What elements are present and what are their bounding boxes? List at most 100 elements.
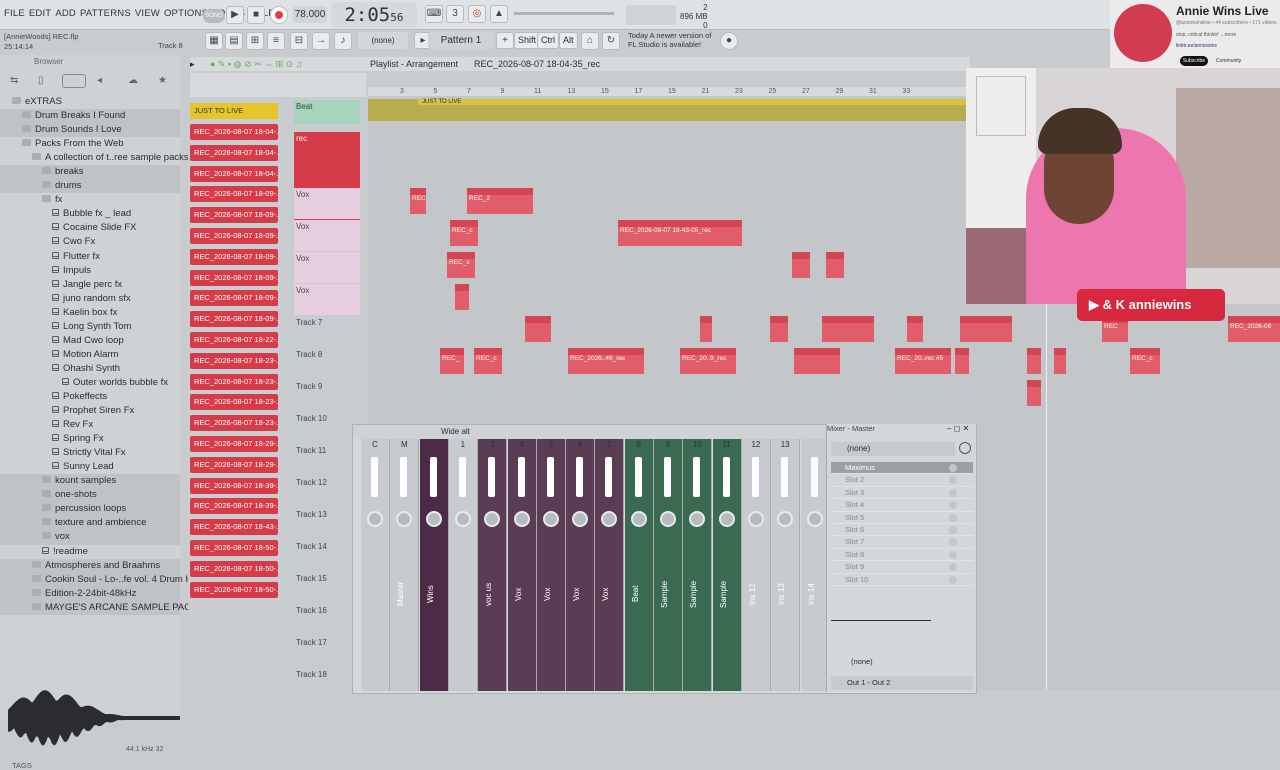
playlist-tool-icons[interactable]: ● ✎ ▪ ◍ ⊘ ✂ ⇔ ⊞ ⊙ ♫ — [210, 57, 302, 71]
track-header[interactable]: Track 18 — [294, 668, 360, 699]
audio-clip[interactable]: REC_2026-08-07 18-43-05_rec — [618, 220, 742, 246]
audio-clip[interactable] — [525, 316, 551, 342]
browser-file[interactable]: Prophet Siren Fx — [0, 404, 180, 418]
strip-fader[interactable] — [400, 457, 408, 497]
piano-roll-icon[interactable]: ▤ — [225, 32, 243, 50]
master-options-icon[interactable] — [959, 442, 971, 454]
mixer-strip[interactable]: 6 Vox — [566, 439, 596, 691]
browser-file[interactable]: Cwo Fx — [0, 235, 180, 249]
clip-list-item[interactable]: REC_2026-08-07 18-43-... — [190, 519, 278, 536]
strip-fader[interactable] — [751, 457, 759, 497]
fx-slot[interactable]: Slot 4 — [831, 499, 973, 512]
stop-button[interactable]: ■ — [247, 6, 265, 24]
audio-clip[interactable]: REC_ — [440, 348, 464, 374]
fx-slot[interactable]: Slot 3 — [831, 487, 973, 500]
mixer-icon[interactable]: ≡ — [267, 32, 285, 50]
clip-list-item[interactable]: REC_2026-08-07 18-09-... — [190, 290, 278, 307]
track-header[interactable]: Vox — [294, 220, 360, 251]
track-header[interactable]: Track 8 — [294, 348, 360, 379]
browser-folder[interactable]: Drum Sounds I Love — [0, 123, 180, 138]
pattern-add-icon[interactable]: + — [496, 32, 514, 49]
menu-item[interactable]: OPTIONS — [164, 8, 208, 19]
strip-fader[interactable] — [576, 457, 584, 497]
mixer-strip[interactable]: 7 Vox — [595, 439, 625, 691]
audio-clip[interactable] — [792, 252, 810, 278]
audio-clip[interactable] — [1027, 348, 1041, 374]
audio-clip[interactable]: REC_c — [450, 220, 478, 246]
snap-select[interactable]: (none) — [358, 32, 408, 49]
fx-slot[interactable]: Slot 7 — [831, 536, 973, 549]
back-arrow-icon[interactable]: ⇆ — [10, 75, 18, 86]
audio-clip[interactable]: REC_2 — [410, 188, 426, 214]
fx-slot[interactable]: Slot 9 — [831, 561, 973, 574]
browser-file[interactable]: Cocaine Slide FX — [0, 221, 180, 235]
window-controls[interactable]: – ◻ ✕ — [947, 424, 969, 433]
pan-knob[interactable] — [660, 511, 676, 527]
strip-fader[interactable] — [634, 457, 642, 497]
audio-clip[interactable] — [1054, 348, 1066, 374]
audio-clip[interactable]: REC_c — [447, 252, 475, 278]
playlist-play-icon[interactable]: ▸ — [190, 57, 195, 71]
browser-folder[interactable]: Atmospheres and Braahms — [0, 558, 180, 573]
fx-slot[interactable]: Maximus — [831, 462, 973, 475]
browser-folder[interactable]: Cookin Soul - Lo-..fe vol. 4 Drum Kit — [0, 572, 197, 587]
browser-file[interactable]: Motion Alarm — [0, 348, 180, 362]
channel-name[interactable]: Annie Wins Live — [1176, 4, 1269, 18]
audio-clip[interactable]: REC_c — [1130, 348, 1160, 374]
browser-file[interactable]: Jangle perc fx — [0, 278, 180, 292]
wait-input-icon[interactable]: ◎ — [468, 5, 486, 23]
track-header[interactable]: Vox — [294, 188, 360, 219]
browser-folder[interactable]: breaks — [0, 165, 180, 180]
mixer-strip[interactable]: 11 Sample — [712, 439, 742, 691]
strip-fader[interactable] — [429, 457, 437, 497]
pan-knob[interactable] — [513, 511, 530, 527]
browser-folder[interactable]: percussion loops — [0, 502, 180, 517]
master-volume-slider[interactable] — [514, 12, 614, 15]
star-icon[interactable]: ★ — [158, 75, 167, 86]
alt-key[interactable]: Alt — [559, 32, 578, 49]
menu-item[interactable]: PATTERNS — [80, 8, 131, 19]
playlist-window-icon[interactable]: ▦ — [205, 32, 223, 50]
track-header[interactable]: Track 10 — [294, 412, 360, 443]
browser-folder[interactable]: Edition-2-24bit-48kHz — [0, 586, 180, 601]
clip-list-item[interactable]: REC_2026-08-07 18-04-... — [190, 144, 278, 161]
browser-folder[interactable]: kount samples — [0, 474, 180, 489]
pattern-selector[interactable]: Pattern 1 — [428, 32, 494, 49]
strip-fader[interactable] — [693, 457, 701, 497]
speaker-icon[interactable]: ◂ — [97, 75, 102, 86]
browser-file[interactable]: Long Synth Tom — [0, 320, 180, 334]
clip-list-item[interactable]: REC_2026-08-07 18-39-... — [190, 498, 278, 515]
pan-knob[interactable] — [542, 511, 559, 527]
pan-knob[interactable] — [747, 511, 764, 527]
menu-item[interactable]: EDIT — [29, 8, 51, 19]
audio-clip[interactable]: REC_c — [474, 348, 502, 374]
clip-list-item[interactable]: REC_2026-08-07 18-09-... — [190, 207, 278, 224]
pan-knob[interactable] — [806, 511, 823, 527]
audio-clip[interactable]: REC_2026-08 — [1228, 316, 1280, 342]
clip-list-item[interactable]: REC_2026-08-07 18-29-... — [190, 436, 278, 452]
clip-list-item[interactable]: REC_2026-08-07 18-50-... — [190, 560, 278, 577]
clip-list-item[interactable]: REC_2026-08-07 18-09-... — [190, 311, 278, 328]
fx-slot[interactable]: Slot 5 — [831, 512, 973, 524]
browser-file[interactable]: Kaelin box fx — [0, 306, 180, 320]
news-panel[interactable]: Today A newer version of FL Studio is av… — [628, 31, 711, 49]
strip-fader[interactable] — [546, 457, 554, 497]
browser-folder[interactable]: vox — [0, 530, 180, 545]
audio-clip[interactable]: REC_20..rec #5 — [895, 348, 951, 374]
browser-folder[interactable]: fx — [0, 193, 180, 207]
clip-list-item[interactable]: REC_2026-08-07 18-23-... — [190, 394, 278, 411]
mixer-strip[interactable]: 9 Sample — [654, 439, 683, 691]
play-button[interactable]: ▶ — [226, 6, 244, 24]
mixer-strip[interactable]: 13 Ins 13 — [771, 439, 801, 691]
browser-folder[interactable]: Drum Breaks I Found — [0, 109, 180, 124]
browser-folder[interactable]: one-shots — [0, 488, 180, 503]
track-header[interactable]: Track 16 — [294, 604, 360, 635]
browser-file[interactable]: Spring Fx — [0, 432, 180, 446]
track-header[interactable]: Track 15 — [294, 572, 360, 603]
file-icon[interactable]: ▯ — [38, 75, 44, 86]
browser-folder[interactable]: eXTRAS — [0, 95, 180, 109]
fx-slot[interactable]: Slot 10 — [831, 574, 973, 586]
pan-knob[interactable] — [454, 511, 471, 527]
channel-link[interactable]: linktr.ee/anniewins — [1176, 43, 1217, 49]
strip-fader[interactable] — [517, 457, 525, 497]
